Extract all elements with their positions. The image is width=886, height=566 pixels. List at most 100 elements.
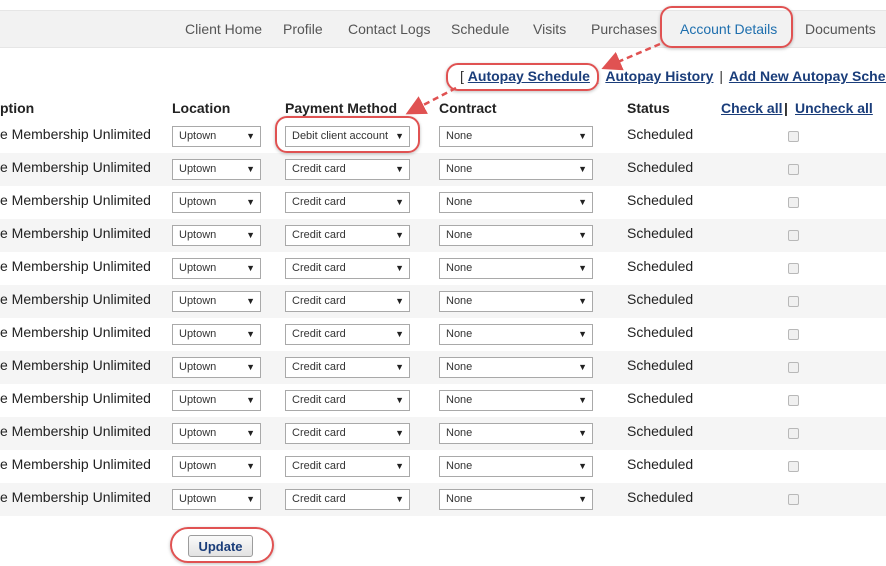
location-value: Uptown bbox=[179, 460, 217, 472]
contract-select[interactable]: None ▼ bbox=[439, 291, 593, 312]
caret-down-icon: ▼ bbox=[578, 230, 587, 240]
row-checkbox[interactable] bbox=[788, 461, 799, 472]
location-select[interactable]: Uptown ▼ bbox=[172, 159, 261, 180]
check-all-link[interactable]: Check all bbox=[721, 100, 782, 116]
location-value: Uptown bbox=[179, 163, 217, 175]
location-value: Uptown bbox=[179, 361, 217, 373]
table-row: e Membership Unlimited Uptown ▼ Credit card… bbox=[0, 417, 886, 450]
tab-client-home[interactable]: Client Home bbox=[185, 11, 262, 47]
caret-down-icon: ▼ bbox=[246, 428, 255, 438]
link-separator: | bbox=[719, 68, 723, 84]
location-select[interactable]: Uptown ▼ bbox=[172, 423, 261, 444]
payment-method-select[interactable]: Credit card ▼ bbox=[285, 456, 410, 477]
contract-value: None bbox=[446, 394, 473, 406]
contract-select[interactable]: None ▼ bbox=[439, 324, 593, 345]
location-select[interactable]: Uptown ▼ bbox=[172, 126, 261, 147]
contract-select[interactable]: None ▼ bbox=[439, 159, 593, 180]
table-row: e Membership Unlimited Uptown ▼ Credit card… bbox=[0, 351, 886, 384]
location-select[interactable]: Uptown ▼ bbox=[172, 357, 261, 378]
contract-value: None bbox=[446, 427, 473, 439]
tab-documents[interactable]: Documents bbox=[805, 11, 876, 47]
payment-method-select[interactable]: Credit card ▼ bbox=[285, 159, 410, 180]
location-select[interactable]: Uptown ▼ bbox=[172, 489, 261, 510]
table-row: e Membership Unlimited Uptown ▼ Debit clien… bbox=[0, 120, 886, 153]
contract-select[interactable]: None ▼ bbox=[439, 357, 593, 378]
contract-select[interactable]: None ▼ bbox=[439, 423, 593, 444]
status-text: Scheduled bbox=[627, 390, 694, 406]
payment-method-value: Credit card bbox=[292, 262, 346, 274]
status-text: Scheduled bbox=[627, 126, 694, 142]
row-description: e Membership Unlimited bbox=[0, 192, 151, 208]
location-select[interactable]: Uptown ▼ bbox=[172, 258, 261, 279]
contract-value: None bbox=[446, 229, 473, 241]
contract-value: None bbox=[446, 361, 473, 373]
row-description: e Membership Unlimited bbox=[0, 159, 151, 175]
row-checkbox[interactable] bbox=[788, 164, 799, 175]
contract-select[interactable]: None ▼ bbox=[439, 489, 593, 510]
header-status: Status bbox=[627, 100, 670, 116]
contract-select[interactable]: None ▼ bbox=[439, 390, 593, 411]
table-row: e Membership Unlimited Uptown ▼ Credit card… bbox=[0, 186, 886, 219]
location-select[interactable]: Uptown ▼ bbox=[172, 225, 261, 246]
row-checkbox[interactable] bbox=[788, 296, 799, 307]
caret-down-icon: ▼ bbox=[246, 197, 255, 207]
status-text: Scheduled bbox=[627, 456, 694, 472]
tab-contact-logs[interactable]: Contact Logs bbox=[348, 11, 431, 47]
autopay-history-link[interactable]: Autopay History bbox=[605, 68, 713, 84]
caret-down-icon: ▼ bbox=[578, 428, 587, 438]
table-row: e Membership Unlimited Uptown ▼ Credit card… bbox=[0, 219, 886, 252]
row-checkbox[interactable] bbox=[788, 329, 799, 340]
uncheck-all-link[interactable]: Uncheck all bbox=[795, 100, 873, 116]
table-row: e Membership Unlimited Uptown ▼ Credit card… bbox=[0, 285, 886, 318]
caret-down-icon: ▼ bbox=[246, 296, 255, 306]
caret-down-icon: ▼ bbox=[395, 428, 404, 438]
contract-value: None bbox=[446, 295, 473, 307]
payment-method-select[interactable]: Credit card ▼ bbox=[285, 357, 410, 378]
add-new-autopay-schedule-link[interactable]: Add New Autopay Schedule bbox=[729, 68, 886, 84]
contract-select[interactable]: None ▼ bbox=[439, 126, 593, 147]
row-checkbox[interactable] bbox=[788, 230, 799, 241]
tab-profile[interactable]: Profile bbox=[283, 11, 323, 47]
contract-select[interactable]: None ▼ bbox=[439, 456, 593, 477]
caret-down-icon: ▼ bbox=[395, 230, 404, 240]
contract-select[interactable]: None ▼ bbox=[439, 258, 593, 279]
payment-method-select[interactable]: Credit card ▼ bbox=[285, 192, 410, 213]
status-text: Scheduled bbox=[627, 489, 694, 505]
payment-method-select[interactable]: Credit card ▼ bbox=[285, 390, 410, 411]
annotation-ring-account-details bbox=[660, 6, 793, 48]
payment-method-select[interactable]: Credit card ▼ bbox=[285, 291, 410, 312]
row-description: e Membership Unlimited bbox=[0, 357, 151, 373]
payment-method-select[interactable]: Credit card ▼ bbox=[285, 423, 410, 444]
location-value: Uptown bbox=[179, 328, 217, 340]
caret-down-icon: ▼ bbox=[578, 197, 587, 207]
row-checkbox[interactable] bbox=[788, 197, 799, 208]
contract-select[interactable]: None ▼ bbox=[439, 225, 593, 246]
location-select[interactable]: Uptown ▼ bbox=[172, 456, 261, 477]
contract-select[interactable]: None ▼ bbox=[439, 192, 593, 213]
location-value: Uptown bbox=[179, 493, 217, 505]
location-select[interactable]: Uptown ▼ bbox=[172, 192, 261, 213]
caret-down-icon: ▼ bbox=[395, 263, 404, 273]
row-description: e Membership Unlimited bbox=[0, 423, 151, 439]
contract-value: None bbox=[446, 163, 473, 175]
row-checkbox[interactable] bbox=[788, 131, 799, 142]
payment-method-select[interactable]: Credit card ▼ bbox=[285, 489, 410, 510]
row-checkbox[interactable] bbox=[788, 494, 799, 505]
location-select[interactable]: Uptown ▼ bbox=[172, 390, 261, 411]
caret-down-icon: ▼ bbox=[395, 362, 404, 372]
row-checkbox[interactable] bbox=[788, 263, 799, 274]
tab-purchases[interactable]: Purchases bbox=[591, 11, 657, 47]
row-checkbox[interactable] bbox=[788, 428, 799, 439]
payment-method-select[interactable]: Credit card ▼ bbox=[285, 324, 410, 345]
annotation-ring-update bbox=[170, 527, 274, 563]
payment-method-value: Credit card bbox=[292, 361, 346, 373]
caret-down-icon: ▼ bbox=[578, 395, 587, 405]
payment-method-select[interactable]: Credit card ▼ bbox=[285, 225, 410, 246]
tab-visits[interactable]: Visits bbox=[533, 11, 566, 47]
location-select[interactable]: Uptown ▼ bbox=[172, 291, 261, 312]
payment-method-select[interactable]: Credit card ▼ bbox=[285, 258, 410, 279]
row-checkbox[interactable] bbox=[788, 395, 799, 406]
location-select[interactable]: Uptown ▼ bbox=[172, 324, 261, 345]
row-checkbox[interactable] bbox=[788, 362, 799, 373]
tab-schedule[interactable]: Schedule bbox=[451, 11, 509, 47]
